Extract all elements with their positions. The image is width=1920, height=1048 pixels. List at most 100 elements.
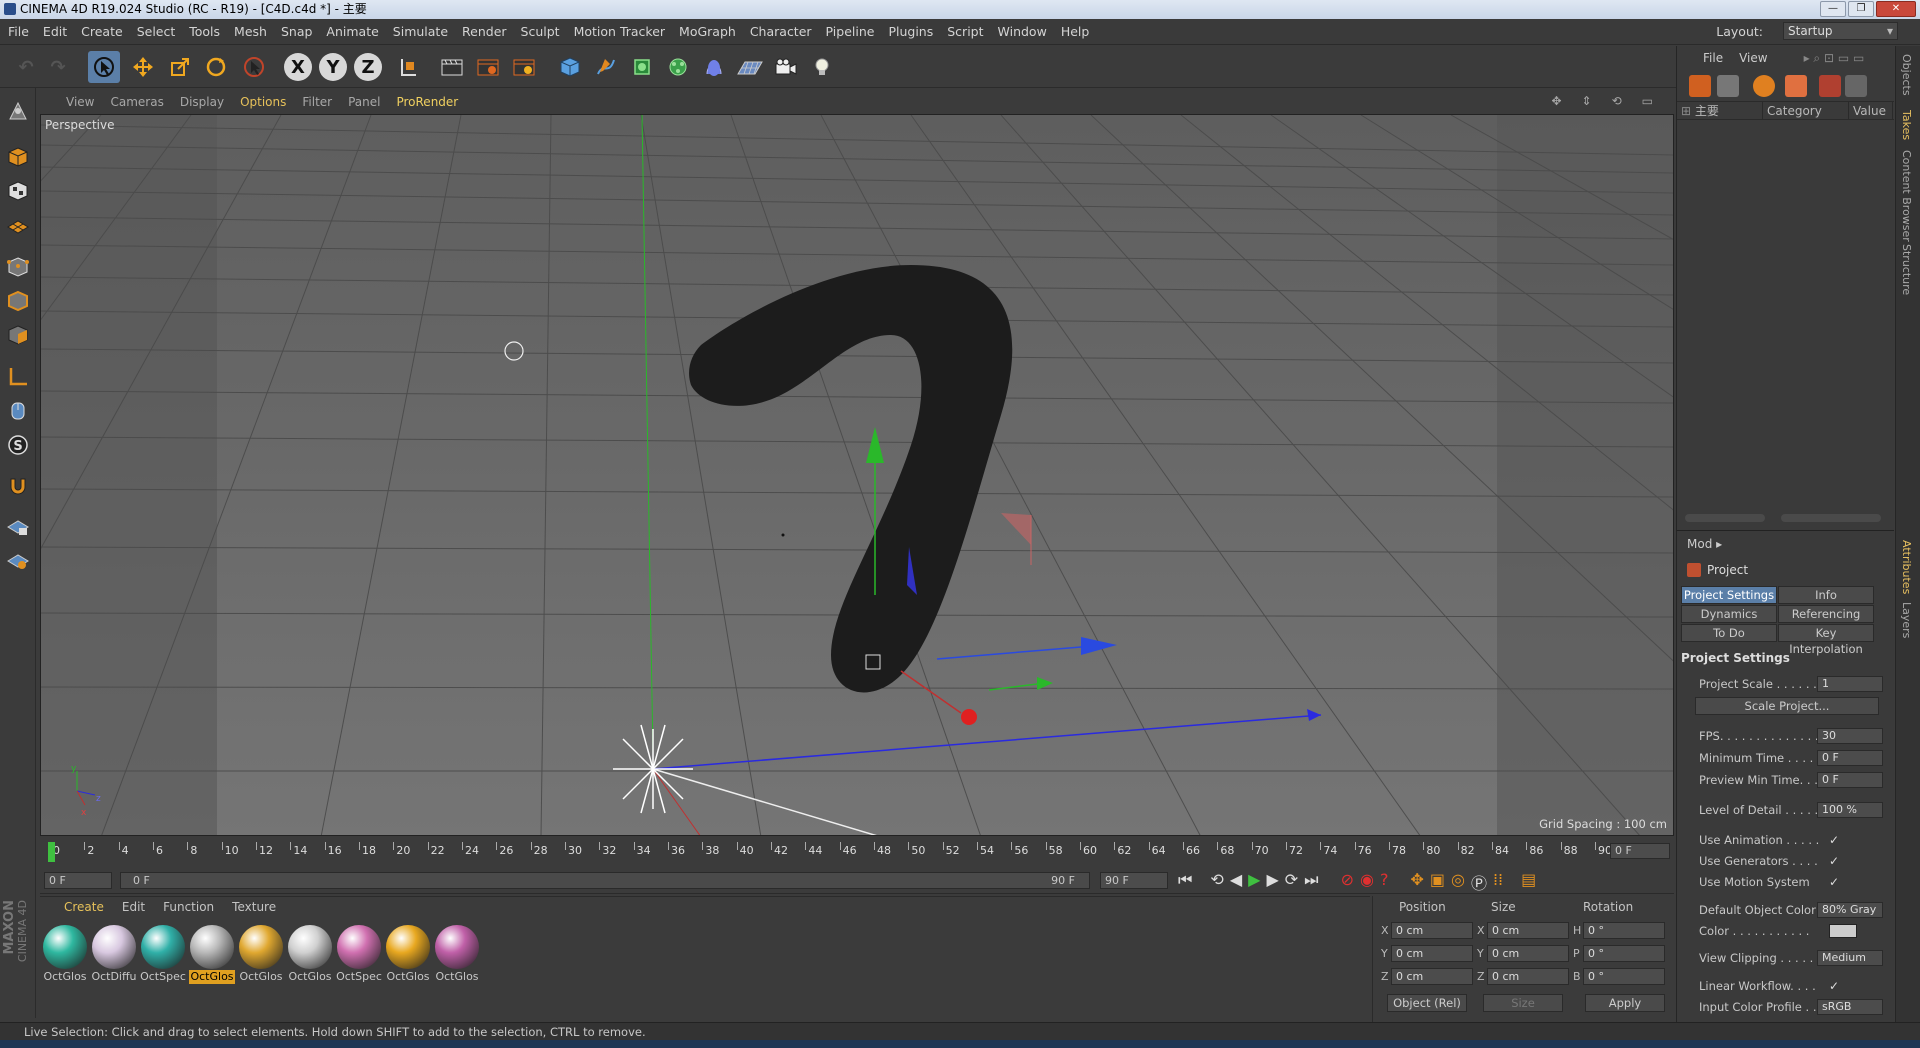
- enable-snap-icon[interactable]: [3, 470, 33, 500]
- menu-select[interactable]: Select: [137, 24, 176, 39]
- default-object-color-select[interactable]: 80% Gray: [1817, 902, 1883, 918]
- tab-dynamics[interactable]: Dynamics: [1681, 605, 1777, 623]
- close-button[interactable]: ✕: [1876, 1, 1916, 17]
- material-preview-ball[interactable]: [92, 925, 136, 969]
- size-z-field[interactable]: 0 cm: [1487, 968, 1569, 985]
- material-preview-ball[interactable]: [43, 925, 87, 969]
- position-y-field[interactable]: 0 cm: [1391, 945, 1473, 962]
- record-scale-icon[interactable]: ▣: [1430, 870, 1445, 894]
- maximize-button[interactable]: ❐: [1848, 1, 1874, 17]
- menu-snap[interactable]: Snap: [281, 24, 312, 39]
- tab-to-do[interactable]: To Do: [1681, 624, 1777, 642]
- autokeying-icon[interactable]: ◉: [1360, 870, 1374, 894]
- material-swatch[interactable]: OctSpec: [336, 925, 382, 984]
- size-y-field[interactable]: 0 cm: [1487, 945, 1569, 962]
- color-swatch[interactable]: [1829, 924, 1857, 938]
- input-color-profile-select[interactable]: sRGB: [1817, 999, 1883, 1015]
- go-to-start-icon[interactable]: ⏮: [1178, 870, 1192, 894]
- redo-icon[interactable]: ↷: [42, 51, 74, 83]
- cloner-icon[interactable]: [662, 51, 694, 83]
- material-swatch[interactable]: OctDiffu: [91, 925, 137, 984]
- recent-tool-icon[interactable]: [238, 51, 270, 83]
- material-menu-create[interactable]: Create: [64, 900, 104, 914]
- material-swatch[interactable]: OctSpec: [140, 925, 186, 984]
- toggle-view-icon[interactable]: ▭: [1642, 94, 1653, 108]
- render-to-picture-viewer-icon[interactable]: [472, 51, 504, 83]
- viewport-menu-cameras[interactable]: Cameras: [110, 95, 163, 109]
- object-tree-root-label[interactable]: 主要: [1695, 104, 1719, 118]
- keyframe-selection-icon[interactable]: ?: [1380, 870, 1389, 894]
- material-menu-function[interactable]: Function: [163, 900, 214, 914]
- current-frame-field[interactable]: 0 F: [1610, 843, 1670, 859]
- material-preview-ball[interactable]: [239, 925, 283, 969]
- octane-object-icon[interactable]: [1785, 75, 1807, 97]
- material-menu-texture[interactable]: Texture: [232, 900, 276, 914]
- menu-mesh[interactable]: Mesh: [234, 24, 267, 39]
- record-active-objects-icon[interactable]: ⊘: [1341, 870, 1354, 894]
- menu-plugins[interactable]: Plugins: [888, 24, 933, 39]
- lock-y-axis-button[interactable]: Y: [319, 53, 347, 81]
- layout-select[interactable]: Startup: [1783, 22, 1898, 40]
- next-frame-icon[interactable]: ▶: [1266, 870, 1278, 894]
- undo-icon[interactable]: ↶: [10, 51, 42, 83]
- tab-layers[interactable]: Layers: [1900, 602, 1913, 638]
- preview-min-time-field[interactable]: 0 F: [1817, 772, 1883, 788]
- tab-attributes[interactable]: Attributes: [1900, 540, 1913, 594]
- tab-project-settings[interactable]: Project Settings: [1681, 586, 1777, 604]
- previous-frame-icon[interactable]: ◀: [1230, 870, 1242, 894]
- polygons-mode-icon[interactable]: [3, 320, 33, 350]
- menu-edit[interactable]: Edit: [43, 24, 67, 39]
- tab-content-browser[interactable]: Content Browser: [1900, 150, 1913, 242]
- menu-motion-tracker[interactable]: Motion Tracker: [574, 24, 665, 39]
- timeline-playhead[interactable]: [48, 842, 55, 862]
- go-to-end-icon[interactable]: ⏭: [1304, 870, 1318, 894]
- material-swatch[interactable]: OctGlos: [189, 925, 235, 984]
- material-swatch[interactable]: OctGlos: [238, 925, 284, 984]
- viewport-menu-options[interactable]: Options: [240, 95, 286, 109]
- menu-animate[interactable]: Animate: [326, 24, 378, 39]
- scale-tool-icon[interactable]: [164, 51, 196, 83]
- menu-mograph[interactable]: MoGraph: [679, 24, 736, 39]
- deformer-icon[interactable]: [698, 51, 730, 83]
- menu-sculpt[interactable]: Sculpt: [521, 24, 560, 39]
- octane-settings-icon[interactable]: [1717, 75, 1739, 97]
- move-tool-icon[interactable]: [127, 51, 159, 83]
- material-preview-ball[interactable]: [288, 925, 332, 969]
- texture-mode-icon[interactable]: [3, 176, 33, 206]
- axis-mode-icon[interactable]: [3, 362, 33, 392]
- viewport-menu-filter[interactable]: Filter: [302, 95, 332, 109]
- material-swatch[interactable]: OctGlos: [287, 925, 333, 984]
- menu-render[interactable]: Render: [462, 24, 507, 39]
- tab-key-interpolation[interactable]: Key Interpolation: [1778, 624, 1874, 656]
- rotation-h-field[interactable]: 0 °: [1583, 922, 1665, 939]
- menu-character[interactable]: Character: [750, 24, 812, 39]
- material-preview-ball[interactable]: [141, 925, 185, 969]
- octane-camera-icon[interactable]: [1819, 75, 1841, 97]
- material-menu-edit[interactable]: Edit: [122, 900, 145, 914]
- menu-file[interactable]: File: [8, 24, 29, 39]
- workplane-mode-icon[interactable]: [3, 210, 33, 240]
- octane-material-icon[interactable]: [1753, 75, 1775, 97]
- planar-workplane-icon[interactable]: [3, 546, 33, 576]
- material-preview-ball[interactable]: [435, 925, 479, 969]
- use-animation-checkbox[interactable]: ✓: [1829, 833, 1843, 847]
- objects-menu-file[interactable]: File: [1703, 51, 1723, 65]
- record-pla-icon[interactable]: ⁞⁞: [1493, 870, 1503, 894]
- record-rotation-icon[interactable]: ◎: [1451, 870, 1465, 894]
- play-forward-icon[interactable]: ▶: [1248, 870, 1260, 894]
- project-scale-field[interactable]: 1: [1817, 676, 1883, 692]
- go-to-next-key-icon[interactable]: ⟳: [1285, 870, 1298, 894]
- material-swatch[interactable]: OctGlos: [385, 925, 431, 984]
- go-to-previous-key-icon[interactable]: ⟲: [1210, 870, 1223, 894]
- viewport-menu-prorender[interactable]: ProRender: [396, 95, 458, 109]
- coordinate-mode-select[interactable]: Object (Rel): [1387, 994, 1467, 1012]
- lock-z-axis-button[interactable]: Z: [354, 53, 382, 81]
- viewport-menu-display[interactable]: Display: [180, 95, 224, 109]
- apply-button[interactable]: Apply: [1585, 994, 1665, 1012]
- preview-start-field[interactable]: 0 F: [44, 872, 112, 889]
- objects-panel-tools-icon[interactable]: ▸ ⌕ ⊡ ▭ ▭: [1804, 51, 1865, 66]
- scale-project-button[interactable]: Scale Project...: [1695, 697, 1879, 715]
- position-x-field[interactable]: 0 cm: [1391, 922, 1473, 939]
- record-parameter-icon[interactable]: Ⓟ: [1471, 870, 1487, 894]
- edges-mode-icon[interactable]: [3, 286, 33, 316]
